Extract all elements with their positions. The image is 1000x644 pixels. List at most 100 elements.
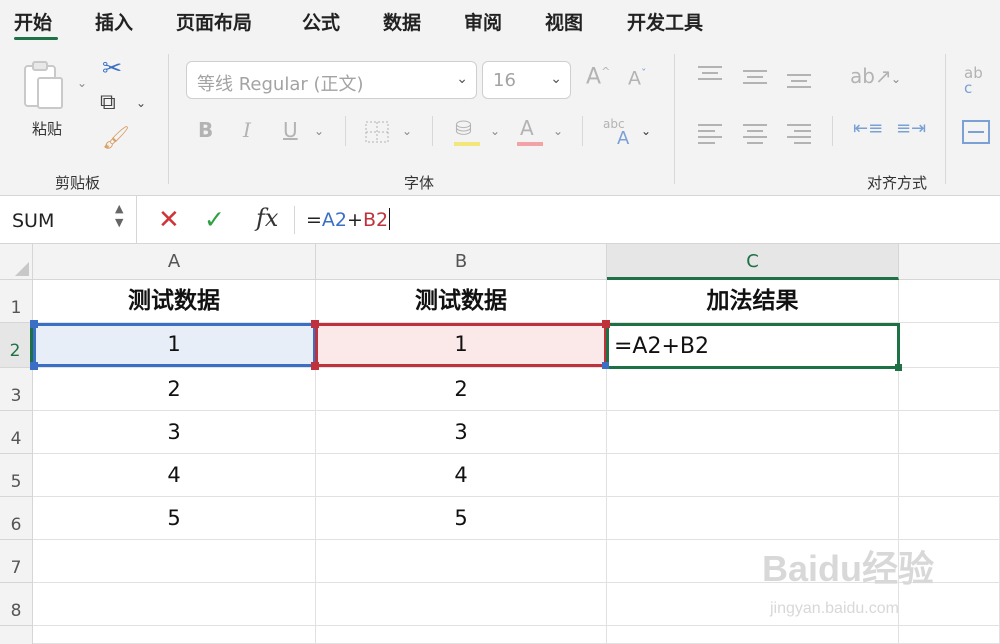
align-middle-icon[interactable] (742, 68, 768, 90)
row-header-8[interactable]: 8 (0, 583, 33, 626)
align-left-icon[interactable] (697, 122, 723, 144)
cell-c1[interactable]: 加法结果 (607, 280, 899, 323)
font-color-icon[interactable]: A (520, 118, 534, 138)
cell-b4[interactable]: 3 (316, 411, 607, 454)
align-right-icon[interactable] (786, 122, 812, 144)
tab-view[interactable]: 视图 (545, 8, 583, 35)
tab-insert[interactable]: 插入 (95, 8, 133, 35)
range-handle[interactable] (30, 362, 38, 370)
wrap-text-icon[interactable]: ab c (964, 66, 983, 96)
range-handle[interactable] (602, 362, 609, 369)
cell-d1[interactable] (899, 280, 1000, 323)
cell-b1[interactable]: 测试数据 (316, 280, 607, 323)
range-handle[interactable] (602, 320, 610, 328)
align-top-icon[interactable] (697, 64, 723, 86)
cancel-icon[interactable]: ✕ (158, 205, 180, 235)
borders-icon[interactable] (365, 121, 389, 143)
cell-a1[interactable]: 测试数据 (33, 280, 316, 323)
row-header-1[interactable]: 1 (0, 280, 33, 323)
increase-indent-icon[interactable]: ≡⇥ (896, 120, 926, 138)
tab-review[interactable]: 审阅 (464, 8, 502, 35)
cell-c4[interactable] (607, 411, 899, 454)
align-center-icon[interactable] (742, 122, 768, 144)
cell-d9[interactable] (899, 626, 1000, 644)
range-handle[interactable] (30, 320, 38, 328)
font-name-select[interactable]: 等线 Regular (正文) ⌄ (186, 61, 477, 99)
tab-page-layout[interactable]: 页面布局 (176, 8, 252, 35)
orientation-dropdown-icon[interactable]: ⌄ (891, 72, 901, 86)
phonetic-guide-icon[interactable]: abc A (603, 118, 629, 148)
increase-font-size-icon[interactable]: A^ (586, 66, 610, 88)
column-header-a[interactable]: A (33, 244, 316, 280)
cell-b8[interactable] (316, 583, 607, 626)
tab-data[interactable]: 数据 (383, 8, 421, 35)
copy-icon[interactable]: ⧉ (100, 92, 116, 114)
column-header-d[interactable] (899, 244, 1000, 280)
confirm-icon[interactable]: ✓ (204, 205, 225, 234)
name-box[interactable]: SUM ▲ ▼ (0, 196, 137, 244)
cell-b6[interactable]: 5 (316, 497, 607, 540)
fill-handle[interactable] (895, 364, 902, 371)
row-header-3[interactable]: 3 (0, 368, 33, 411)
cell-c9[interactable] (607, 626, 899, 644)
row-header-4[interactable]: 4 (0, 411, 33, 454)
cell-d6[interactable] (899, 497, 1000, 540)
name-box-stepper-icon[interactable]: ▲ ▼ (115, 202, 123, 230)
cell-d5[interactable] (899, 454, 1000, 497)
select-all-corner[interactable] (0, 244, 33, 280)
cell-b3[interactable]: 2 (316, 368, 607, 411)
cell-b7[interactable] (316, 540, 607, 583)
range-handle[interactable] (311, 320, 319, 328)
row-header-6[interactable]: 6 (0, 497, 33, 540)
tab-home[interactable]: 开始 (14, 8, 52, 35)
paste-button[interactable]: 粘贴 (20, 58, 80, 140)
format-painter-icon[interactable]: 🖌 (102, 128, 130, 150)
row-header-5[interactable]: 5 (0, 454, 33, 497)
tab-developer[interactable]: 开发工具 (627, 8, 703, 35)
cell-d2[interactable] (899, 323, 1000, 368)
cell-b9[interactable] (316, 626, 607, 644)
phonetic-dropdown-icon[interactable]: ⌄ (641, 124, 651, 138)
chevron-down-icon: ⌄ (550, 71, 562, 87)
borders-dropdown-icon[interactable]: ⌄ (402, 124, 412, 138)
italic-button[interactable]: I (243, 120, 251, 140)
orientation-icon[interactable]: ab↗ (850, 66, 892, 86)
column-header-c[interactable]: C (607, 244, 899, 280)
paste-dropdown-icon[interactable]: ⌄ (77, 76, 87, 90)
cell-c5[interactable] (607, 454, 899, 497)
tab-formulas[interactable]: 公式 (302, 8, 340, 35)
decrease-font-size-icon[interactable]: Aˇ (628, 68, 647, 88)
row-header-9[interactable] (0, 626, 33, 644)
underline-button[interactable]: U (283, 120, 298, 140)
cell-c6[interactable] (607, 497, 899, 540)
fill-color-icon[interactable]: ⛁ (455, 118, 472, 138)
align-bottom-icon[interactable] (786, 72, 812, 94)
fill-color-dropdown-icon[interactable]: ⌄ (490, 124, 500, 138)
cell-a3[interactable]: 2 (33, 368, 316, 411)
insert-function-button[interactable]: fx (256, 204, 278, 232)
font-group-label: 字体 (404, 174, 435, 192)
cell-a8[interactable] (33, 583, 316, 626)
cell-a6[interactable]: 5 (33, 497, 316, 540)
underline-dropdown-icon[interactable]: ⌄ (314, 124, 324, 138)
cell-d3[interactable] (899, 368, 1000, 411)
cell-a7[interactable] (33, 540, 316, 583)
font-color-dropdown-icon[interactable]: ⌄ (553, 124, 563, 138)
cell-c3[interactable] (607, 368, 899, 411)
column-header-b[interactable]: B (316, 244, 607, 280)
row-header-2[interactable]: 2 (0, 323, 33, 368)
cell-a9[interactable] (33, 626, 316, 644)
formula-input[interactable]: =A2+B2 (306, 208, 391, 231)
merge-center-icon[interactable] (962, 120, 990, 144)
cut-icon[interactable]: ✂ (102, 56, 122, 80)
row-header-7[interactable]: 7 (0, 540, 33, 583)
cell-a5[interactable]: 4 (33, 454, 316, 497)
decrease-indent-icon[interactable]: ⇤≡ (853, 120, 883, 138)
range-handle[interactable] (311, 362, 319, 370)
cell-b5[interactable]: 4 (316, 454, 607, 497)
font-size-select[interactable]: 16 ⌄ (482, 61, 571, 99)
cell-d4[interactable] (899, 411, 1000, 454)
cell-a4[interactable]: 3 (33, 411, 316, 454)
copy-dropdown-icon[interactable]: ⌄ (136, 96, 146, 110)
bold-button[interactable]: B (198, 120, 213, 140)
